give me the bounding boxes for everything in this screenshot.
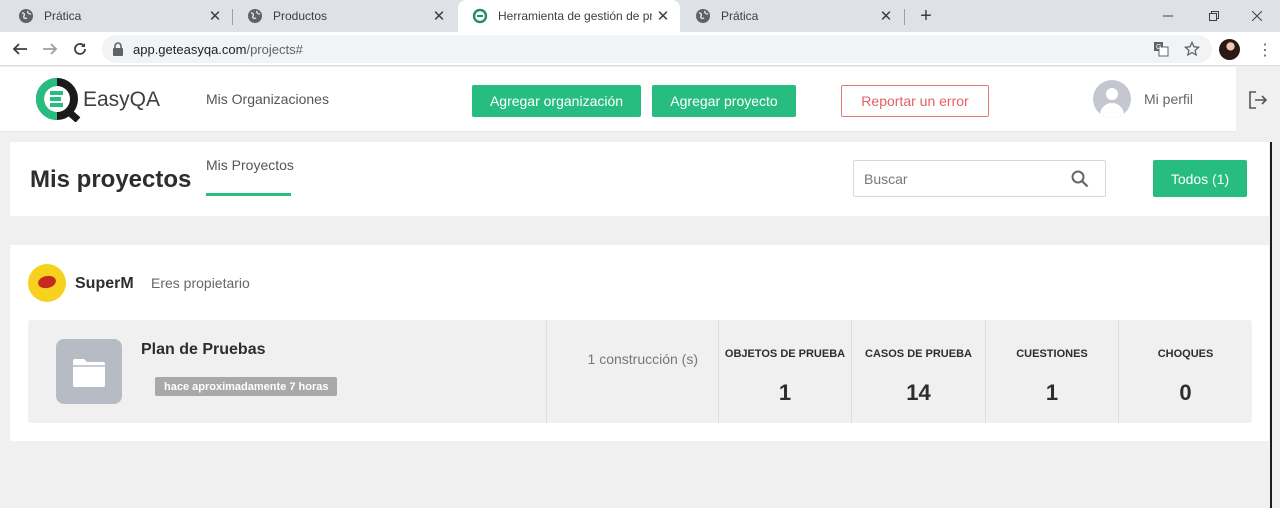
tab-title: Prática xyxy=(44,9,82,23)
project-thumbnail xyxy=(56,339,122,404)
logout-icon[interactable] xyxy=(1236,67,1280,132)
stat-label: CUESTIONES xyxy=(1016,348,1088,360)
bookmark-star-icon[interactable] xyxy=(1183,40,1201,58)
lock-icon xyxy=(113,42,123,56)
easyqa-favicon-icon xyxy=(472,8,488,24)
organization-role: Eres propietario xyxy=(151,275,250,291)
browser-profile-avatar[interactable] xyxy=(1219,39,1240,60)
add-organization-button[interactable]: Agregar organización xyxy=(472,85,641,117)
more-menu-icon[interactable]: ⋮ xyxy=(1255,38,1275,62)
tab-my-projects[interactable]: Mis Proyectos xyxy=(206,157,294,173)
tab-title: Productos xyxy=(273,9,328,23)
stat-label: CASOS DE PRUEBA xyxy=(865,348,972,360)
active-tab-indicator xyxy=(206,193,291,196)
organization-card: SuperM Eres propietario Plan de Pruebas … xyxy=(10,245,1269,441)
svg-text:G: G xyxy=(1156,44,1161,51)
report-error-button[interactable]: Reportar un error xyxy=(841,85,989,117)
stat-value: 1 xyxy=(778,380,792,405)
globe-icon xyxy=(696,9,710,23)
folder-icon xyxy=(73,358,105,387)
close-tab-icon[interactable]: ✕ xyxy=(428,5,450,27)
browser-tab-pratica-1[interactable]: Prática ✕ xyxy=(4,0,232,32)
stat-label: CHOQUES xyxy=(1157,348,1214,360)
stat-crashes[interactable]: CHOQUES 0 xyxy=(1119,320,1252,423)
browser-toolbar: app.geteasyqa.com/projects# G xyxy=(0,32,1280,66)
minimize-icon[interactable] xyxy=(1145,0,1191,32)
url-text: app.geteasyqa.com/projects# xyxy=(133,42,303,57)
project-name[interactable]: Plan de Pruebas xyxy=(141,341,266,359)
add-project-button[interactable]: Agregar proyecto xyxy=(652,85,796,117)
restore-icon[interactable] xyxy=(1191,0,1237,32)
page-title: Mis proyectos xyxy=(30,166,192,193)
stat-value: 0 xyxy=(1179,380,1192,405)
divider-line xyxy=(1270,142,1272,508)
time-badge: hace aproximadamente 7 horas xyxy=(155,377,338,396)
reload-icon[interactable] xyxy=(67,36,93,62)
browser-tabstrip: Prática ✕ Productos ✕ Herramienta de ges… xyxy=(0,0,1280,32)
close-tab-icon[interactable]: ✕ xyxy=(652,5,674,27)
address-bar[interactable]: app.geteasyqa.com/projects# G xyxy=(102,35,1212,63)
translate-icon[interactable]: G xyxy=(1152,40,1170,58)
my-profile-link[interactable]: Mi perfil xyxy=(1144,91,1193,107)
app-header: EasyQA Mis Organizaciones Agregar organi… xyxy=(0,67,1280,132)
forward-arrow-icon[interactable] xyxy=(37,36,63,62)
search-icon[interactable] xyxy=(1071,170,1089,188)
browser-tab-productos[interactable]: Productos ✕ xyxy=(233,0,456,32)
column-divider xyxy=(546,320,547,423)
browser-tab-easyqa[interactable]: Herramienta de gestión de prueb ✕ xyxy=(458,0,680,32)
logo-text: EasyQA xyxy=(83,88,161,111)
globe-icon xyxy=(19,9,33,23)
close-tab-icon[interactable]: ✕ xyxy=(204,5,226,27)
close-window-icon[interactable] xyxy=(1234,0,1280,32)
stat-test-cases[interactable]: CASOS DE PRUEBA 14 xyxy=(852,320,985,423)
user-avatar[interactable] xyxy=(1093,80,1131,118)
globe-icon xyxy=(248,9,262,23)
url-host: app.geteasyqa.com xyxy=(133,42,247,57)
nav-my-organizations[interactable]: Mis Organizaciones xyxy=(206,91,329,107)
easyqa-logo-icon[interactable] xyxy=(36,78,82,122)
stat-value: 1 xyxy=(1045,380,1059,405)
url-path: /projects# xyxy=(246,42,303,57)
plus-icon[interactable]: + xyxy=(914,4,938,28)
organization-name[interactable]: SuperM xyxy=(75,275,134,293)
filter-all-button[interactable]: Todos (1) xyxy=(1153,160,1247,197)
back-arrow-icon[interactable] xyxy=(7,36,33,62)
stat-label: OBJETOS DE PRUEBA xyxy=(724,348,846,360)
project-row[interactable]: Plan de Pruebas hace aproximadamente 7 h… xyxy=(28,320,1252,423)
tab-title: Herramienta de gestión de prueb xyxy=(498,9,652,23)
close-tab-icon[interactable]: ✕ xyxy=(875,5,897,27)
search-box xyxy=(853,160,1106,197)
browser-tab-pratica-2[interactable]: Prática ✕ xyxy=(681,0,903,32)
projects-title-bar: Mis proyectos Mis Proyectos Todos (1) xyxy=(10,142,1269,216)
search-input[interactable] xyxy=(854,161,1069,196)
stat-issues[interactable]: CUESTIONES 1 xyxy=(986,320,1118,423)
stat-value: 14 xyxy=(906,380,931,405)
tab-separator xyxy=(904,9,905,25)
stat-test-objects[interactable]: OBJETOS DE PRUEBA 1 xyxy=(719,320,851,423)
organization-avatar xyxy=(28,264,66,302)
builds-count[interactable]: 1 construcción (s) xyxy=(547,351,698,367)
tab-title: Prática xyxy=(721,9,759,23)
